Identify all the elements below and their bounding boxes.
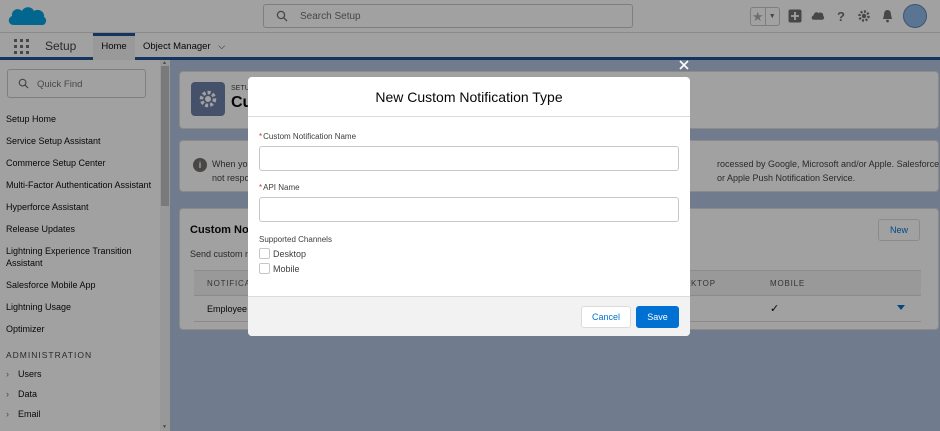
mobile-checkbox-row[interactable]: Mobile [259, 263, 300, 274]
custom-notification-name-label: *Custom Notification Name [259, 132, 356, 141]
required-asterisk: * [259, 183, 263, 192]
custom-notification-name-label-text: Custom Notification Name [263, 132, 357, 141]
api-name-label: *API Name [259, 183, 300, 192]
modal-title: New Custom Notification Type [375, 89, 563, 105]
modal-header: New Custom Notification Type [248, 77, 690, 117]
mobile-checkbox[interactable] [259, 263, 270, 274]
custom-notification-name-input[interactable] [259, 146, 679, 171]
desktop-checkbox-row[interactable]: Desktop [259, 248, 306, 259]
api-name-label-text: API Name [263, 183, 300, 192]
new-custom-notification-type-modal: New Custom Notification Type *Custom Not… [248, 77, 690, 336]
save-button[interactable]: Save [636, 306, 679, 328]
modal-body: *Custom Notification Name *API Name Supp… [248, 117, 690, 296]
supported-channels-label: Supported Channels [259, 235, 332, 244]
api-name-input[interactable] [259, 197, 679, 222]
desktop-checkbox-label[interactable]: Desktop [273, 249, 306, 259]
desktop-checkbox[interactable] [259, 248, 270, 259]
modal-footer: Cancel Save [248, 296, 690, 336]
close-icon[interactable] [678, 59, 690, 71]
mobile-checkbox-label[interactable]: Mobile [273, 264, 300, 274]
cancel-button[interactable]: Cancel [581, 306, 631, 328]
required-asterisk: * [259, 132, 263, 141]
